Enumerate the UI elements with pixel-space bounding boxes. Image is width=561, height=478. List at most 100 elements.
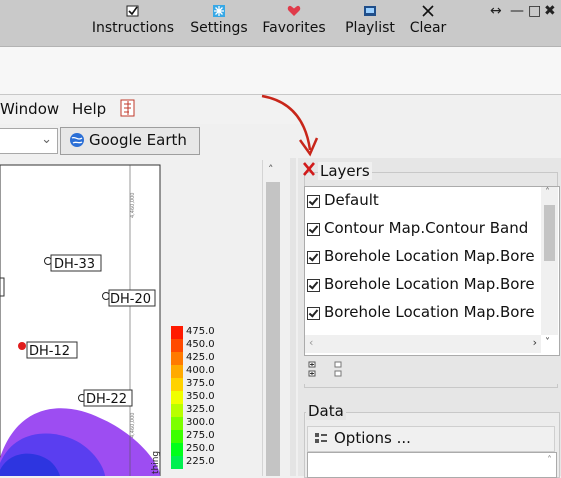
borehole-label: DH-22 [86,392,127,407]
layer-label: Contour Map.Contour Band [324,219,529,237]
resize-icon[interactable]: ↔ [490,3,502,19]
map-view[interactable]: DH-33 DH-20 DH-12 DH-22 4,460,000 4,460,… [0,158,282,476]
instructions-button[interactable]: Instructions [84,0,182,46]
legend-value: 450.0 [186,339,215,350]
layer-item[interactable]: Default [307,189,539,215]
borehole-marker-active[interactable] [18,342,26,350]
google-earth-label: Google Earth [89,131,187,149]
chevron-down-icon[interactable]: ˅ [545,337,550,348]
contour-legend: 475.0 450.0 425.0 400.0 375.0 350.0 325.0 300.0… [171,326,215,469]
map-vertical-scrollbar[interactable]: ˄ [262,160,283,476]
settings-button[interactable]: Settings [184,0,254,46]
borehole-label-dh-20: DH-20 [108,289,156,307]
playlist-button[interactable]: Playlist [338,0,402,46]
playlist-icon [363,2,377,16]
globe-icon [69,132,85,152]
legend-value: 400.0 [186,365,215,376]
favorites-button[interactable]: Favorites [256,0,332,46]
menu-help[interactable]: Help [72,100,106,118]
legend-value: 375.0 [186,378,215,389]
borehole-label-dh-22: DH-22 [83,389,133,407]
help-context-icon[interactable] [120,99,136,121]
map-combo[interactable]: ⌄ [0,128,58,154]
clear-button[interactable]: Clear [404,0,452,46]
google-earth-button[interactable]: Google Earth [60,127,200,155]
scroll-up-icon[interactable]: ˄ [268,163,274,176]
layer-item[interactable]: Borehole Location Map.Bore [307,273,539,299]
layer-checkbox[interactable] [307,279,320,292]
scroll-thumb[interactable] [266,182,280,476]
annotation-arrow-icon [261,94,319,157]
legend-value: 425.0 [186,352,215,363]
layer-checkbox[interactable] [307,251,320,264]
legend-value: 350.0 [186,391,215,402]
legend-swatch [171,417,183,430]
scroll-right-icon[interactable]: › [533,336,537,349]
scroll-thumb[interactable] [544,205,555,261]
maximize-icon[interactable]: □ [528,3,541,19]
scroll-up-icon[interactable]: ˄ [545,187,550,198]
legend-value: 300.0 [186,417,215,428]
borehole-label: DH-20 [110,292,151,307]
layers-list[interactable]: Default Contour Map.Contour Band Borehol… [304,186,560,356]
legend-value: 475.0 [186,326,215,337]
legend-swatch [171,456,183,469]
layers-horizontal-scrollbar[interactable]: ‹ › [305,335,541,353]
scroll-up-icon[interactable]: ˄ [547,455,552,466]
legend-swatch [171,404,183,417]
legend-swatch [171,326,183,339]
legend-swatch [171,365,183,378]
layer-checkbox[interactable] [307,195,320,208]
layers-vertical-scrollbar[interactable]: ˄ [541,187,558,335]
splitter[interactable] [290,158,296,476]
collapse-all-icon[interactable] [334,360,344,382]
northing-tick-label: 4,460,000 [130,413,136,438]
layer-item[interactable]: Borehole Location Map.Bore [307,245,539,271]
borehole-label: DH-33 [54,257,95,272]
top-toolbar: Instructions Settings Favorites Playlist… [0,0,561,47]
legend-swatch [171,378,183,391]
layers-footer [304,356,558,384]
data-list[interactable]: ˄ [307,452,557,478]
layer-checkbox[interactable] [307,223,320,236]
legend-value: 325.0 [186,404,215,415]
menu-window[interactable]: Window [0,100,59,118]
minimize-icon[interactable]: — [510,3,524,19]
clear-x-icon [421,2,435,17]
legend-swatch [171,443,183,456]
legend-value: 250.0 [186,443,215,454]
playlist-label: Playlist [345,20,395,36]
options-label: Options ... [334,429,411,447]
borehole-label-dh-33: DH-33 [50,254,102,272]
layer-item[interactable]: Borehole Location Map.Bore [307,301,539,327]
settings-icon [212,2,226,17]
chevron-down-icon: ⌄ [41,132,52,147]
scroll-left-icon[interactable]: ‹ [309,336,313,349]
northing-tick-label: 4,460,000 [130,193,136,218]
clear-label: Clear [409,20,447,36]
data-title: Data [306,402,346,420]
legend-swatch [171,391,183,404]
layers-title: Layers [318,162,372,180]
legend-swatch [171,430,183,443]
close-layers-icon[interactable] [302,161,316,181]
borehole-label-dh-12: DH-12 [26,341,78,359]
map-canvas[interactable]: DH-33 DH-20 DH-12 DH-22 4,460,000 4,460,… [0,158,282,476]
layer-label: Borehole Location Map.Bore [324,247,535,265]
favorites-label: Favorites [262,20,326,36]
layer-label: Borehole Location Map.Bore [324,275,535,293]
instructions-label: Instructions [91,20,175,36]
borehole-label: DH-12 [29,344,70,359]
legend-value: 275.0 [186,430,215,441]
settings-label: Settings [190,20,248,36]
expand-all-icon[interactable] [308,360,318,382]
secondary-strip [0,47,561,95]
layer-item[interactable]: Contour Map.Contour Band [307,217,539,243]
northing-axis-label: thing [151,451,161,474]
layer-checkbox[interactable] [307,307,320,320]
legend-swatch [171,352,183,365]
close-icon[interactable]: ✖ [544,3,556,19]
checkbox-icon [126,2,140,17]
heart-icon [287,2,301,17]
options-button[interactable]: Options ... [307,426,555,452]
